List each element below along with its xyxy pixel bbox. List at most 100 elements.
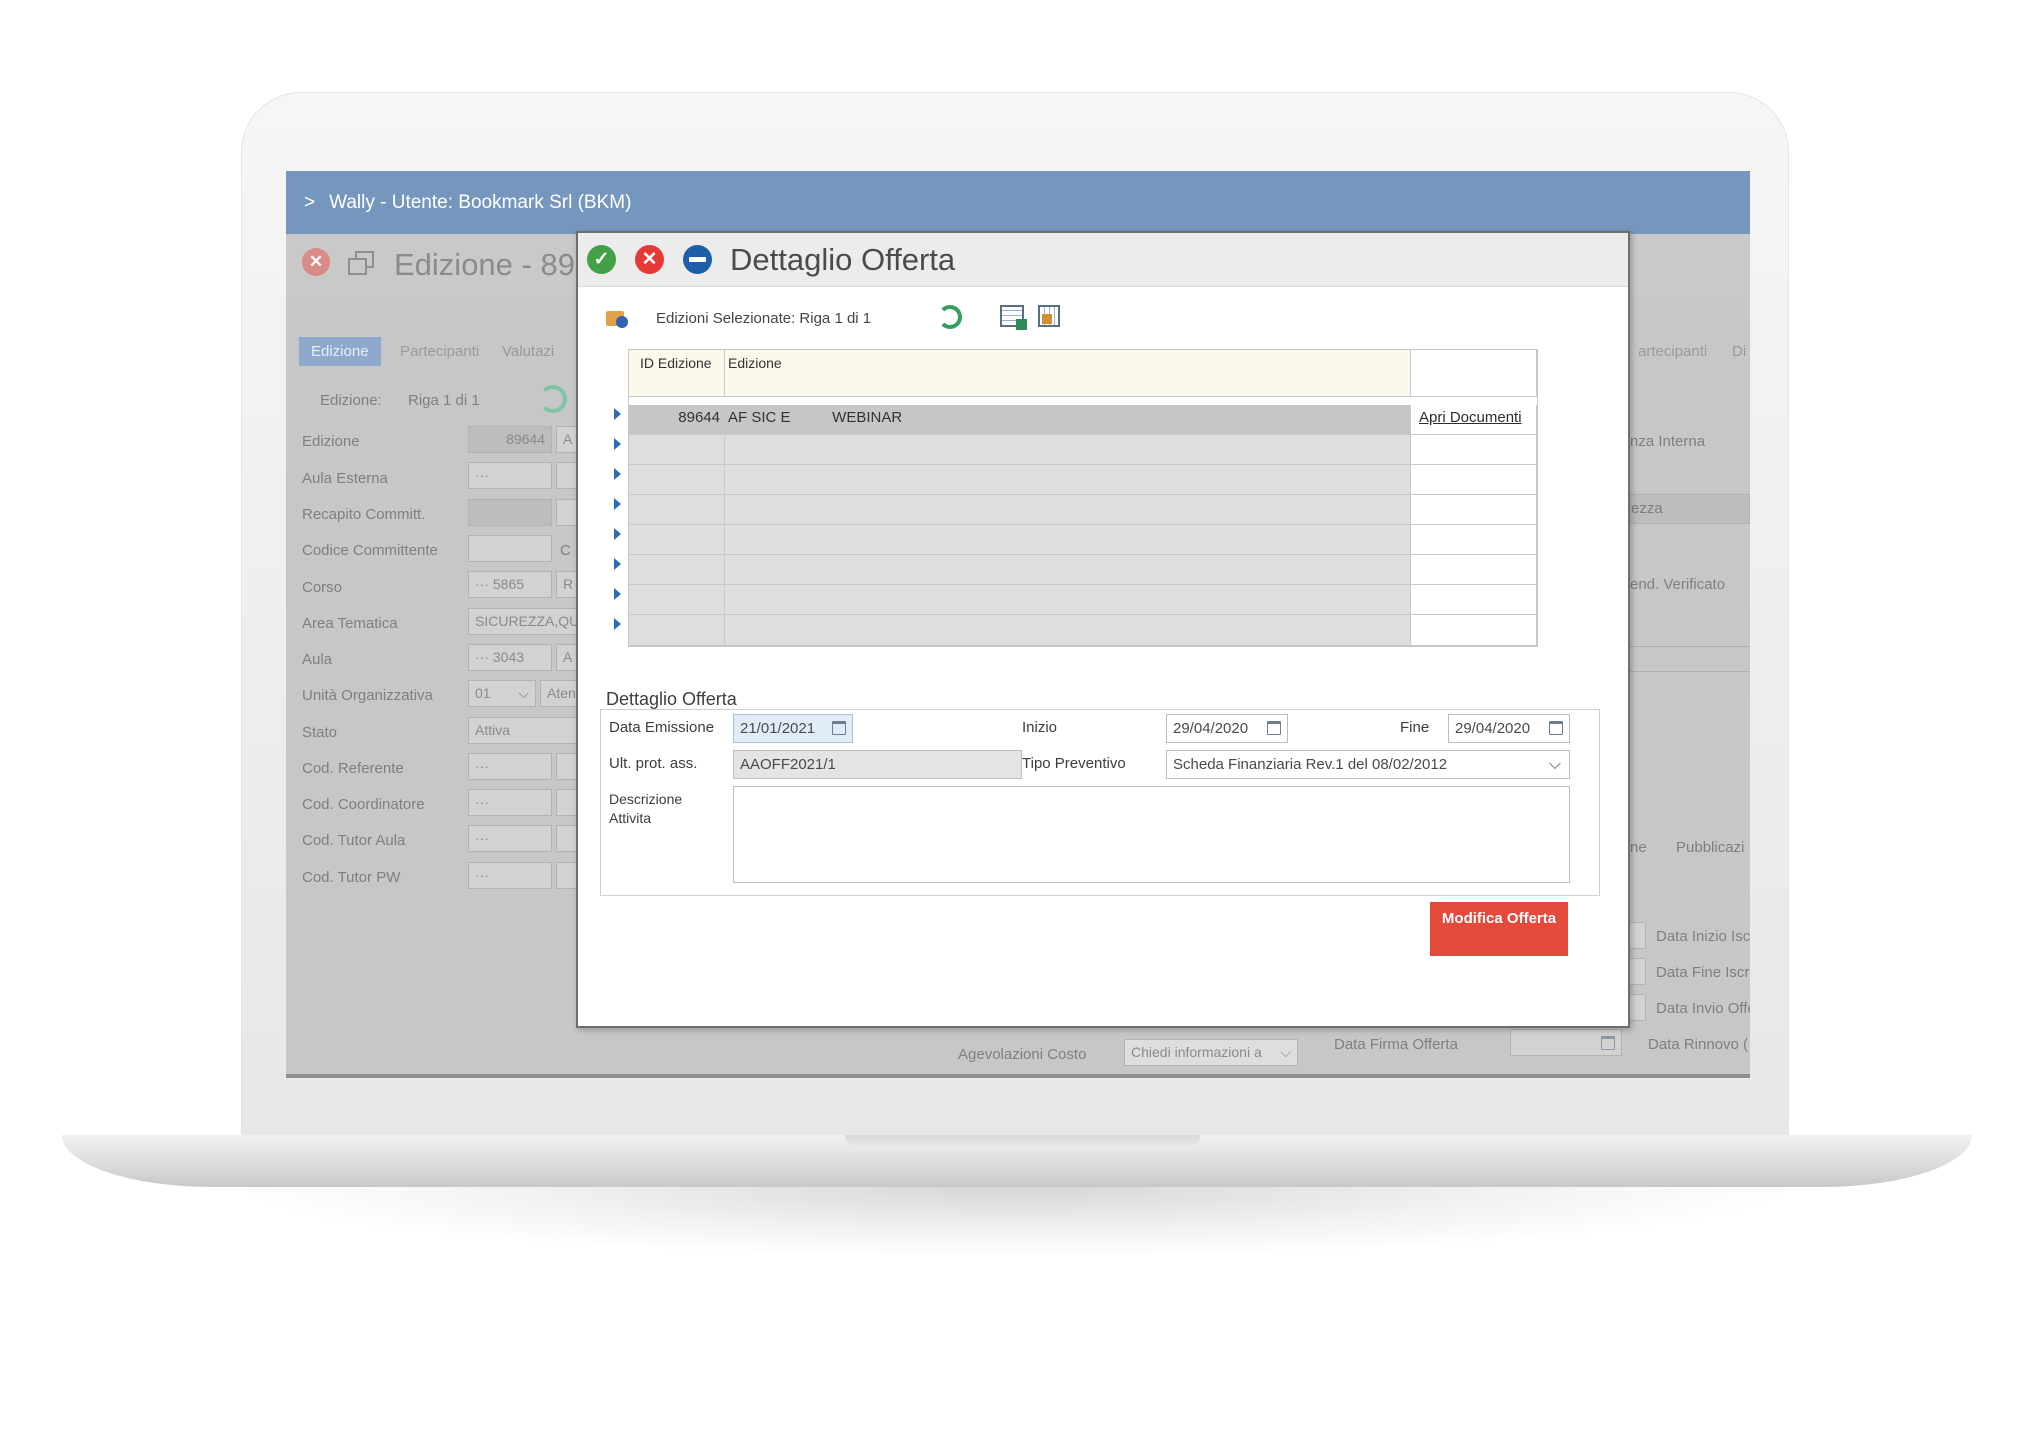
label-data-firma-offerta: Data Firma Offerta [1334,1036,1458,1053]
modifica-offerta-button[interactable]: Modifica Offerta [1430,902,1568,956]
field-inizio[interactable]: 29/04/2020 [1166,714,1288,743]
calendar-icon[interactable] [1601,1036,1615,1050]
right-tab-pubblicazione[interactable]: Pubblicazi [1676,839,1744,856]
grid-row-7-link[interactable] [1411,585,1537,615]
grid-row-2-id[interactable] [629,435,725,465]
label-agevolazioni-costo: Agevolazioni Costo [958,1046,1087,1063]
row-2-selector-icon[interactable] [614,438,621,450]
grid-row-5-edizione[interactable] [725,525,1411,555]
grid-row-8-link[interactable] [1411,615,1537,646]
row-8-selector-icon[interactable] [614,618,621,630]
grid-row-1-id[interactable]: 89644 [629,405,725,435]
minus-icon[interactable] [683,245,712,274]
edizioni-grid: ID Edizione Edizione 89644 AF SIC E WEBI… [628,349,1538,647]
grid-row-8-id[interactable] [629,615,725,646]
right-divider-2 [1626,671,1750,672]
folder-icon[interactable] [606,309,628,328]
label-inizio: Inizio [1022,719,1058,736]
tab-partecipanti[interactable]: Partecipanti [388,337,491,366]
field-agevolazioni-costo[interactable]: Chiedi informazioni a ⌵ [1124,1039,1298,1066]
row-1-selector-icon[interactable] [614,408,621,420]
calendar-icon[interactable] [1549,721,1563,735]
grid-row-8-edizione[interactable] [725,615,1411,646]
calendar-icon[interactable] [1267,721,1281,735]
field-data-firma-offerta[interactable] [1510,1029,1622,1056]
field-label-cod-coordinatore: Cod. Coordinatore [302,796,425,813]
field-unita-organizzativa[interactable]: 01 ⌵ [468,680,536,707]
grid-row-2-edizione[interactable] [725,435,1411,465]
chevron-down-icon[interactable]: ⌵ [1549,751,1561,778]
field-cod-coordinatore[interactable]: ··· [468,789,552,816]
field-descrizione-attivita[interactable] [733,786,1570,883]
field-label-codice-committente: Codice Committente [302,542,438,559]
grid-row-1-edizione[interactable]: AF SIC E WEBINAR [725,405,1411,435]
field-stato[interactable]: Attiva [468,717,580,744]
field-data-emissione-value: 21/01/2021 [740,720,816,737]
field-tipo-preventivo[interactable]: Scheda Finanziaria Rev.1 del 08/02/2012 … [1166,750,1570,779]
field-recapito[interactable] [468,499,552,526]
grid-row-2-link[interactable] [1411,435,1537,465]
grid-header-id[interactable]: ID Edizione [629,350,725,397]
field-fine[interactable]: 29/04/2020 [1448,714,1570,743]
background-window-title: Edizione - 89 [394,247,575,282]
chevron-down-icon[interactable]: ⌵ [518,681,529,706]
field-unita-organizzativa-desc[interactable]: Aten [540,680,580,707]
check-icon[interactable]: ✓ [587,245,616,274]
field-area-tematica[interactable]: SICUREZZA,QU [468,608,580,635]
grid-row-6-edizione[interactable] [725,555,1411,585]
grid-row-3-id[interactable] [629,465,725,495]
row-3-selector-icon[interactable] [614,468,621,480]
grid-row-7-edizione[interactable] [725,585,1411,615]
grid-row-7-id[interactable] [629,585,725,615]
grid-row-6-id[interactable] [629,555,725,585]
field-codice-committente[interactable] [468,535,552,562]
grid-row-3-edizione[interactable] [725,465,1411,495]
apri-documenti-link[interactable]: Apri Documenti [1411,405,1537,435]
tab-edizione[interactable]: Edizione [299,337,381,366]
grid-row-6-link[interactable] [1411,555,1537,585]
label-data-invio-offerta: Data Invio Offe [1656,1000,1750,1017]
field-corso[interactable]: ··· 5865 [468,571,552,598]
right-label-presenza: nza Interna [1630,433,1706,450]
grid-header-edizione[interactable]: Edizione [725,350,1411,397]
close-icon[interactable]: ✕ [302,248,330,276]
refresh-icon[interactable] [539,385,567,413]
field-aula[interactable]: ··· 3043 [468,644,552,671]
field-cod-tutor-aula[interactable]: ··· [468,825,552,852]
window-restore-icon[interactable] [348,251,374,275]
field-label-aula: Aula [302,651,333,668]
grid-row-4-id[interactable] [629,495,725,525]
calendar-icon[interactable] [832,721,846,735]
row-4-selector-icon[interactable] [614,498,621,510]
label-data-rinnovo: Data Rinnovo ( [1648,1036,1749,1053]
section-title-dettaglio: Dettaglio Offerta [606,689,737,709]
field-data-emissione[interactable]: 21/01/2021 [733,714,853,743]
row-5-selector-icon[interactable] [614,528,621,540]
refresh-icon[interactable] [938,305,962,329]
grid-row-4-link[interactable] [1411,495,1537,525]
field-aula-esterna[interactable]: ··· [468,462,552,489]
grid-row-4-edizione[interactable] [725,495,1411,525]
field-ult-prot-ass[interactable]: AAOFF2021/1 [733,750,1022,779]
grid-row-5-id[interactable] [629,525,725,555]
field-label-recapito: Recapito Committ. [302,506,426,523]
right-tab-ne[interactable]: ne [1630,839,1647,856]
field-cod-referente[interactable]: ··· [468,753,552,780]
chevron-down-icon[interactable]: ⌵ [1280,1040,1291,1065]
tab-partecipanti-right[interactable]: artecipanti [1626,337,1719,366]
field-edizione[interactable]: 89644 [468,426,552,453]
row-6-selector-icon[interactable] [614,558,621,570]
export-excel-icon[interactable] [1000,305,1027,330]
tab-valutazioni[interactable]: Valutazi [490,337,566,366]
chevron-right-icon[interactable]: > [304,192,315,213]
label-data-emissione: Data Emissione [609,719,715,736]
tab-right-extra[interactable]: Di [1720,337,1750,366]
right-field-sicurezza[interactable]: ezza [1626,494,1750,524]
window-title: Wally - Utente: Bookmark Srl (BKM) [329,192,632,213]
grid-row-3-link[interactable] [1411,465,1537,495]
export-grid-icon[interactable] [1038,305,1060,327]
grid-row-5-link[interactable] [1411,525,1537,555]
row-7-selector-icon[interactable] [614,588,621,600]
close-icon[interactable]: ✕ [635,245,664,274]
field-cod-tutor-pw[interactable]: ··· [468,862,552,889]
